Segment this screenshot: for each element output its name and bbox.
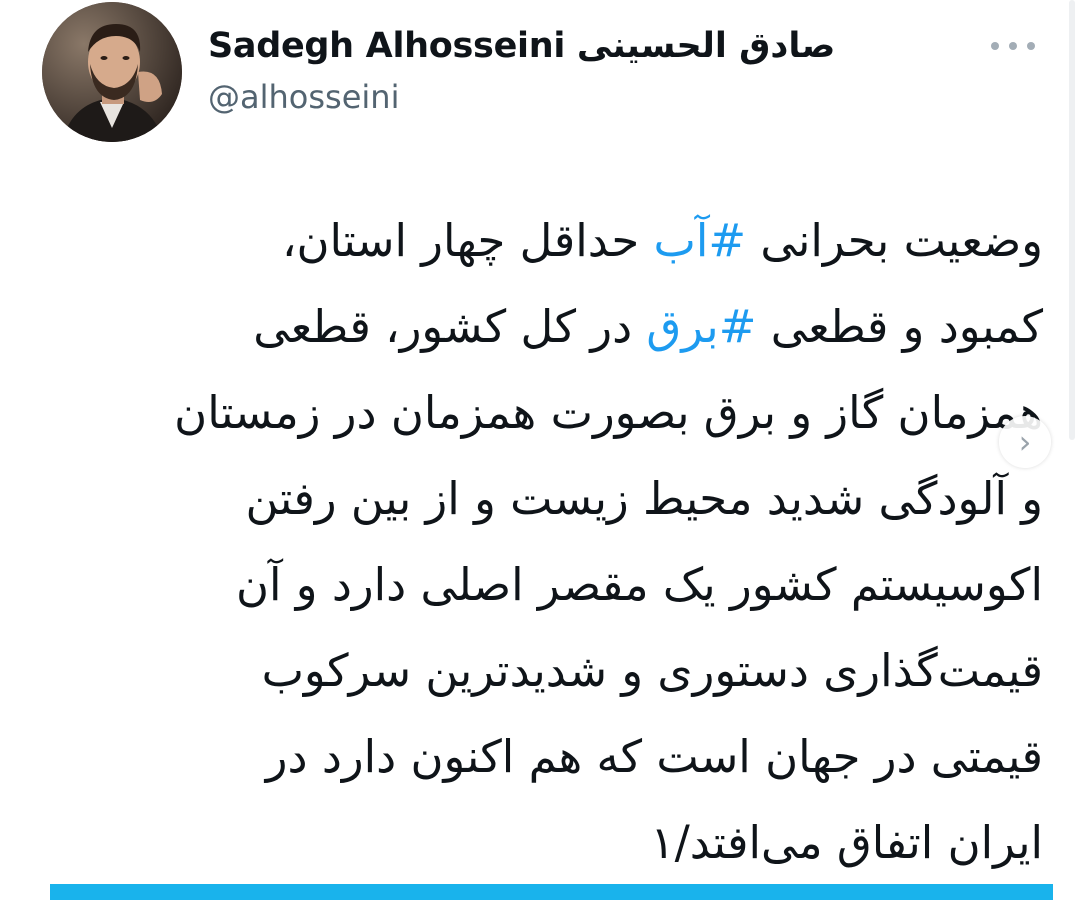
tweet-text-segment: قیمتی در جهان است که هم اکنون دارد در [265,730,1043,783]
tweet-line: اکوسیستم کشور یک مقصر اصلی دارد و آن [40,542,1043,628]
tweet-text-segment: حداقل چهار استان، [281,214,654,267]
scrollbar[interactable] [1069,0,1075,440]
tweet-text: وضعیت بحرانی #آب حداقل چهار استان، کمبود … [40,198,1043,886]
more-dots-icon[interactable] [991,36,1035,56]
user-handle[interactable]: @alhosseini [208,78,399,116]
tweet-text-segment: کمبود و قطعی [756,300,1043,353]
profile-photo-icon [42,2,182,142]
tweet-text-segment: در کل کشور، قطعی [253,300,647,353]
tweet-line: قیمت‌گذاری دستوری و شدیدترین سرکوب [40,628,1043,714]
tweet-text-segment: و آلودگی شدید محیط زیست و از بین رفتن [245,472,1044,525]
tweet-text-segment: همزمان گاز و برق بصورت همزمان در زمستان [174,386,1043,439]
tweet-text-segment: اکوسیستم کشور یک مقصر اصلی دارد و آن [235,558,1043,611]
display-name[interactable]: Sadegh Alhosseini صادق الحسینی [208,26,836,66]
tweet-line: قیمتی در جهان است که هم اکنون دارد در [40,714,1043,800]
tweet-line: ایران اتفاق می‌افتد/۱ [40,800,1043,886]
dot [1027,42,1035,50]
tweet-text-segment: قیمت‌گذاری دستوری و شدیدترین سرکوب [261,644,1043,697]
avatar[interactable] [42,2,182,142]
dot [1009,42,1017,50]
hashtag-link[interactable]: #آب [653,214,746,267]
tweet-line: وضعیت بحرانی #آب حداقل چهار استان، [40,198,1043,284]
tweet-text-segment: ایران اتفاق می‌افتد/۱ [650,816,1043,869]
bottom-bar [50,884,1053,900]
tweet-line: همزمان گاز و برق بصورت همزمان در زمستان [40,370,1043,456]
tweet-line: کمبود و قطعی #برق در کل کشور، قطعی [40,284,1043,370]
tweet-card: Sadegh Alhosseini صادق الحسینی @alhossei… [0,0,1079,900]
tweet-line: و آلودگی شدید محیط زیست و از بین رفتن [40,456,1044,542]
tweet-text-segment: وضعیت بحرانی [746,214,1043,267]
dot [991,42,999,50]
hashtag-link[interactable]: #برق [646,300,756,353]
next-arrow-icon[interactable]: › [999,416,1051,468]
